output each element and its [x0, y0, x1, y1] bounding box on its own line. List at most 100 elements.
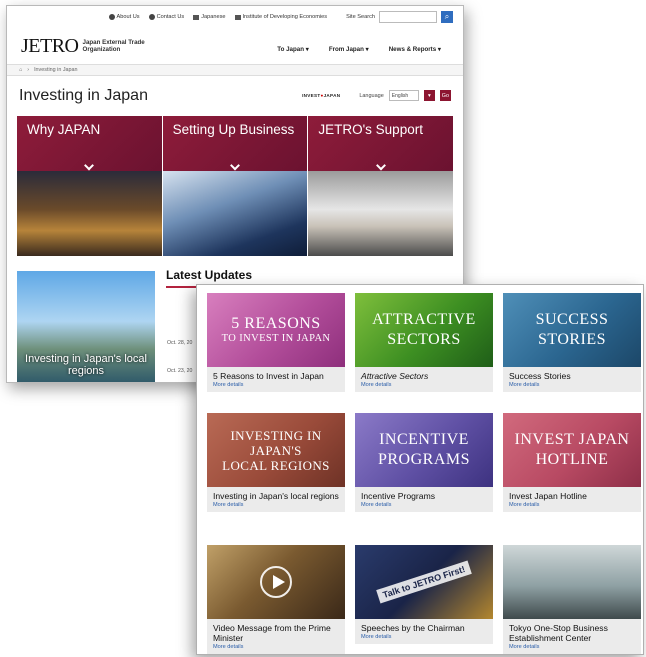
update-date: Oct. 23, 20: [167, 368, 193, 374]
breadcrumb-current: Investing in Japan: [34, 67, 78, 73]
card-art-subtitle: TO INVEST IN JAPAN: [221, 333, 331, 344]
card-chairman-speeches[interactable]: Talk to JETRO First! Speeches by the Cha…: [355, 545, 493, 644]
card-image: INCENTIVE PROGRAMS: [355, 413, 493, 487]
chevron-down-icon: [230, 160, 240, 171]
about-us-label: About Us: [116, 14, 140, 20]
nav-to-japan[interactable]: To Japan ▾: [277, 46, 309, 53]
page-title: Investing in Japan: [19, 87, 148, 104]
card-image: INVEST JAPAN HOTLINE: [503, 413, 641, 487]
breadcrumb: ⌂ › Investing in Japan: [7, 64, 463, 76]
language-icon: [193, 14, 200, 20]
invest-japan-logo: INVEST●JAPAN: [302, 93, 341, 98]
ide-link[interactable]: Institute of Developing Economies: [234, 14, 328, 20]
card-image: [503, 545, 641, 619]
card-label: Investing in Japan's local regions: [213, 491, 339, 501]
card-label: Speeches by the Chairman: [361, 623, 465, 633]
card-attractive-sectors[interactable]: ATTRACTIVE SECTORS Attractive Sectors Mor…: [355, 293, 493, 392]
more-details-link[interactable]: More details: [503, 501, 641, 512]
card-pm-video[interactable]: Video Message from the Prime Minister Mo…: [207, 545, 345, 654]
card-image: 5 REASONS TO INVEST IN JAPAN: [207, 293, 345, 367]
card-image: INVESTING IN JAPAN'S LOCAL REGIONS: [207, 413, 345, 487]
card-image: [207, 545, 345, 619]
card-label: Incentive Programs: [361, 491, 436, 501]
card-incentive-programs[interactable]: INCENTIVE PROGRAMS Incentive Programs Mor…: [355, 413, 493, 512]
header: JETRO Japan External Trade Organization …: [7, 28, 463, 64]
card-art-title: INCENTIVE: [379, 431, 469, 448]
card-art-subtitle: SECTORS: [387, 331, 461, 348]
site-search: Site Search ⌕: [346, 11, 453, 23]
dropdown-button[interactable]: ▾: [423, 90, 435, 101]
tokyo-station-image: [17, 171, 162, 256]
card-image: ATTRACTIVE SECTORS: [355, 293, 493, 367]
search-icon: ⌕: [444, 12, 450, 21]
tile-why-japan[interactable]: Why JAPAN: [17, 116, 162, 256]
search-button[interactable]: ⌕: [441, 11, 453, 23]
handshake-image: [308, 171, 454, 256]
tile-jetro-support[interactable]: JETRO's Support: [308, 116, 454, 256]
card-art-title: ATTRACTIVE: [372, 311, 476, 328]
play-icon[interactable]: [260, 566, 292, 598]
logo-subtitle: Japan External Trade Organization: [82, 39, 145, 53]
card-success-stories[interactable]: SUCCESS STORIES Success Stories More deta…: [503, 293, 641, 392]
japanese-link[interactable]: Japanese: [193, 14, 226, 20]
more-details-link[interactable]: More details: [503, 381, 641, 392]
info-icon: [108, 14, 115, 20]
card-art-title: INVEST JAPAN: [514, 431, 630, 448]
card-label: 5 Reasons to Invest in Japan: [213, 371, 324, 381]
language-select[interactable]: English: [388, 90, 419, 101]
card-label: Video Message from the Prime Minister: [213, 623, 331, 643]
tile-setting-up-business[interactable]: Setting Up Business: [162, 116, 308, 256]
card-invest-hotline[interactable]: INVEST JAPAN HOTLINE Invest Japan Hotline…: [503, 413, 641, 512]
chevron-down-icon: [375, 160, 386, 171]
card-art-subtitle: STORIES: [537, 331, 607, 348]
chevron-down-icon: ▾: [427, 92, 431, 99]
card-art-title: 5 REASONS: [231, 315, 321, 332]
breadcrumb-separator: ›: [27, 67, 30, 73]
invest-logo-right: JAPAN: [323, 93, 341, 98]
card-5-reasons[interactable]: 5 REASONS TO INVEST IN JAPAN 5 Reasons to…: [207, 293, 345, 392]
card-local-regions[interactable]: INVESTING IN JAPAN'S LOCAL REGIONS Invest…: [207, 413, 345, 512]
card-art-subtitle: HOTLINE: [535, 451, 609, 468]
more-details-link[interactable]: More details: [355, 381, 493, 392]
nav-from-japan[interactable]: From Japan ▾: [329, 46, 369, 53]
building-icon: [234, 14, 241, 20]
office-chairs-image: [162, 171, 308, 256]
more-details-link[interactable]: More details: [207, 381, 345, 392]
foreground-browser-window: 5 REASONS TO INVEST IN JAPAN 5 Reasons to…: [196, 284, 644, 655]
card-art-title: Talk to JETRO First!: [376, 560, 472, 604]
local-regions-banner[interactable]: Investing in Japan's local regions: [17, 271, 155, 382]
search-input[interactable]: [379, 11, 437, 23]
go-button[interactable]: Go: [439, 90, 451, 101]
card-one-stop-center[interactable]: Tokyo One-Stop Business Establishment Ce…: [503, 545, 641, 654]
more-details-link[interactable]: More details: [207, 501, 345, 512]
home-icon[interactable]: ⌂: [19, 67, 22, 73]
mail-icon: [148, 14, 155, 20]
feature-tiles: Why JAPAN Setting Up Business JETRO's Su…: [17, 116, 454, 256]
local-regions-caption: Investing in Japan's local regions: [25, 353, 147, 377]
card-label: Attractive Sectors: [361, 371, 429, 381]
contact-us-link[interactable]: Contact Us: [148, 14, 185, 20]
jetro-logo[interactable]: JETRO: [21, 35, 79, 58]
more-details-link[interactable]: More details: [207, 643, 345, 654]
title-row: Investing in Japan INVEST●JAPAN Language…: [7, 76, 463, 116]
card-label: Success Stories: [509, 371, 571, 381]
more-details-link[interactable]: More details: [503, 643, 641, 654]
card-art-subtitle: LOCAL REGIONS: [222, 457, 330, 473]
tile-label: Why JAPAN: [27, 122, 101, 137]
ide-label: Institute of Developing Economies: [242, 14, 328, 20]
more-details-link[interactable]: More details: [355, 501, 493, 512]
more-details-link[interactable]: More details: [355, 633, 493, 644]
tile-label: JETRO's Support: [318, 122, 423, 137]
invest-logo-left: INVEST: [302, 93, 321, 98]
language-label: Language: [359, 92, 384, 99]
main-nav: To Japan ▾ From Japan ▾ News & Reports ▾: [277, 46, 441, 53]
contact-us-label: Contact Us: [156, 14, 185, 20]
card-label: Tokyo One-Stop Business Establishment Ce…: [509, 623, 608, 643]
card-label: Invest Japan Hotline: [509, 491, 587, 501]
card-image: SUCCESS STORIES: [503, 293, 641, 367]
card-art-title: SUCCESS: [535, 311, 609, 328]
tile-label: Setting Up Business: [172, 122, 295, 137]
nav-news-reports[interactable]: News & Reports ▾: [389, 46, 441, 53]
site-search-label: Site Search: [346, 14, 375, 20]
about-us-link[interactable]: About Us: [108, 14, 140, 20]
